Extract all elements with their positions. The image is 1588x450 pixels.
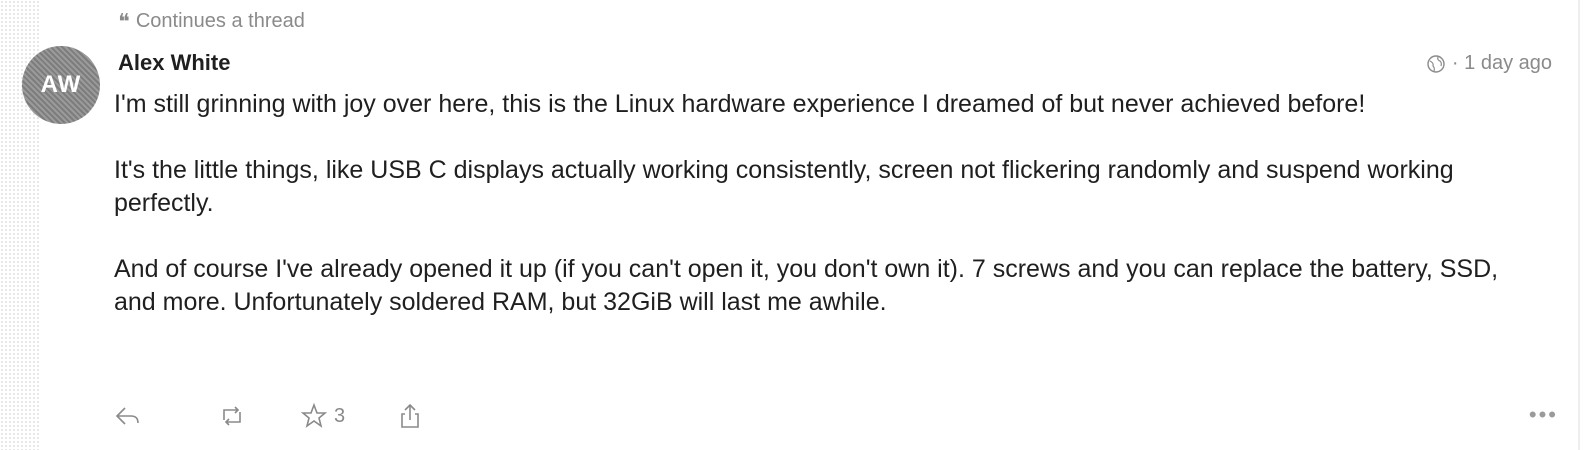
boost-icon [223, 406, 241, 426]
quote-icon: ❝ [118, 8, 130, 34]
post-meta: · 1 day ago [1426, 52, 1552, 75]
timestamp[interactable]: · 1 day ago [1452, 52, 1552, 75]
post-paragraph: It's the little things, like USB C displ… [114, 156, 1454, 217]
more-options-button[interactable]: ••• [1529, 402, 1558, 428]
globe-icon [1426, 54, 1446, 74]
share-button[interactable] [396, 398, 424, 434]
reply-icon [115, 407, 139, 425]
post-paragraph: And of course I've already opened it up … [114, 255, 1499, 316]
favourite-button[interactable]: 3 [300, 398, 345, 434]
thread-note-text: Continues a thread [135, 10, 305, 32]
avatar[interactable]: AW [22, 46, 100, 124]
boost-button[interactable] [218, 398, 246, 434]
avatar-initials: AW [40, 71, 82, 98]
post-body: I'm still grinning with joy over here, t… [114, 88, 1534, 352]
share-icon [401, 403, 419, 428]
star-icon [300, 402, 328, 428]
thread-note: ❝ Continues a thread [118, 10, 305, 33]
author-name[interactable]: Alex White [118, 50, 230, 76]
action-bar: 3 ••• [112, 398, 1558, 438]
favourite-count: 3 [334, 404, 346, 427]
reply-button[interactable] [114, 398, 142, 434]
right-edge-border [1578, 0, 1580, 450]
post-paragraph: I'm still grinning with joy over here, t… [114, 90, 1366, 118]
